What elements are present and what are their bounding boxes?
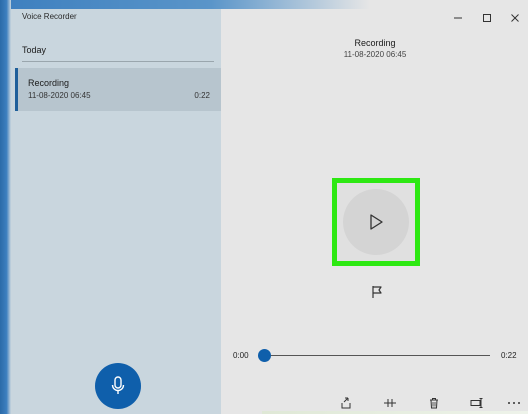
more-icon [508,402,520,404]
play-button[interactable] [343,189,409,255]
voice-recorder-window: Voice Recorder Today Recording 11-08-202… [0,0,528,414]
play-icon [370,214,383,230]
playback-track[interactable] [264,355,490,356]
add-marker-button[interactable] [369,284,385,300]
close-icon [511,14,519,22]
maximize-button[interactable] [477,10,497,26]
share-icon [341,397,351,409]
recording-item-title: Recording [28,78,70,88]
elapsed-time: 0:00 [233,351,249,360]
minimize-icon [454,17,462,19]
recording-item-duration: 0:22 [194,91,210,100]
recording-date: 11-08-2020 06:45 [343,50,407,59]
maximize-icon [483,14,491,22]
more-options-button[interactable] [507,396,521,410]
microphone-icon [111,376,125,394]
group-divider [22,61,214,62]
trim-icon [384,399,396,407]
rename-icon [470,398,483,408]
app-title: Voice Recorder [22,12,77,21]
window-left-edge [0,0,11,414]
delete-icon [430,398,438,409]
flag-icon [372,286,382,298]
minimize-button[interactable] [448,10,468,26]
group-header-today: Today [22,45,47,55]
record-button[interactable] [95,363,141,409]
share-button[interactable] [339,396,353,410]
trim-button[interactable] [383,396,397,410]
recording-item-date: 11-08-2020 06:45 [28,91,91,100]
recording-title: Recording [354,38,396,48]
recording-list-item[interactable]: Recording 11-08-2020 06:45 0:22 [15,68,221,111]
delete-button[interactable] [427,396,441,410]
close-button[interactable] [505,10,525,26]
selection-accent [15,68,18,111]
title-bar-edge [0,0,528,9]
playback-thumb[interactable] [258,349,271,362]
rename-button[interactable] [470,396,484,410]
total-duration: 0:22 [501,351,517,360]
